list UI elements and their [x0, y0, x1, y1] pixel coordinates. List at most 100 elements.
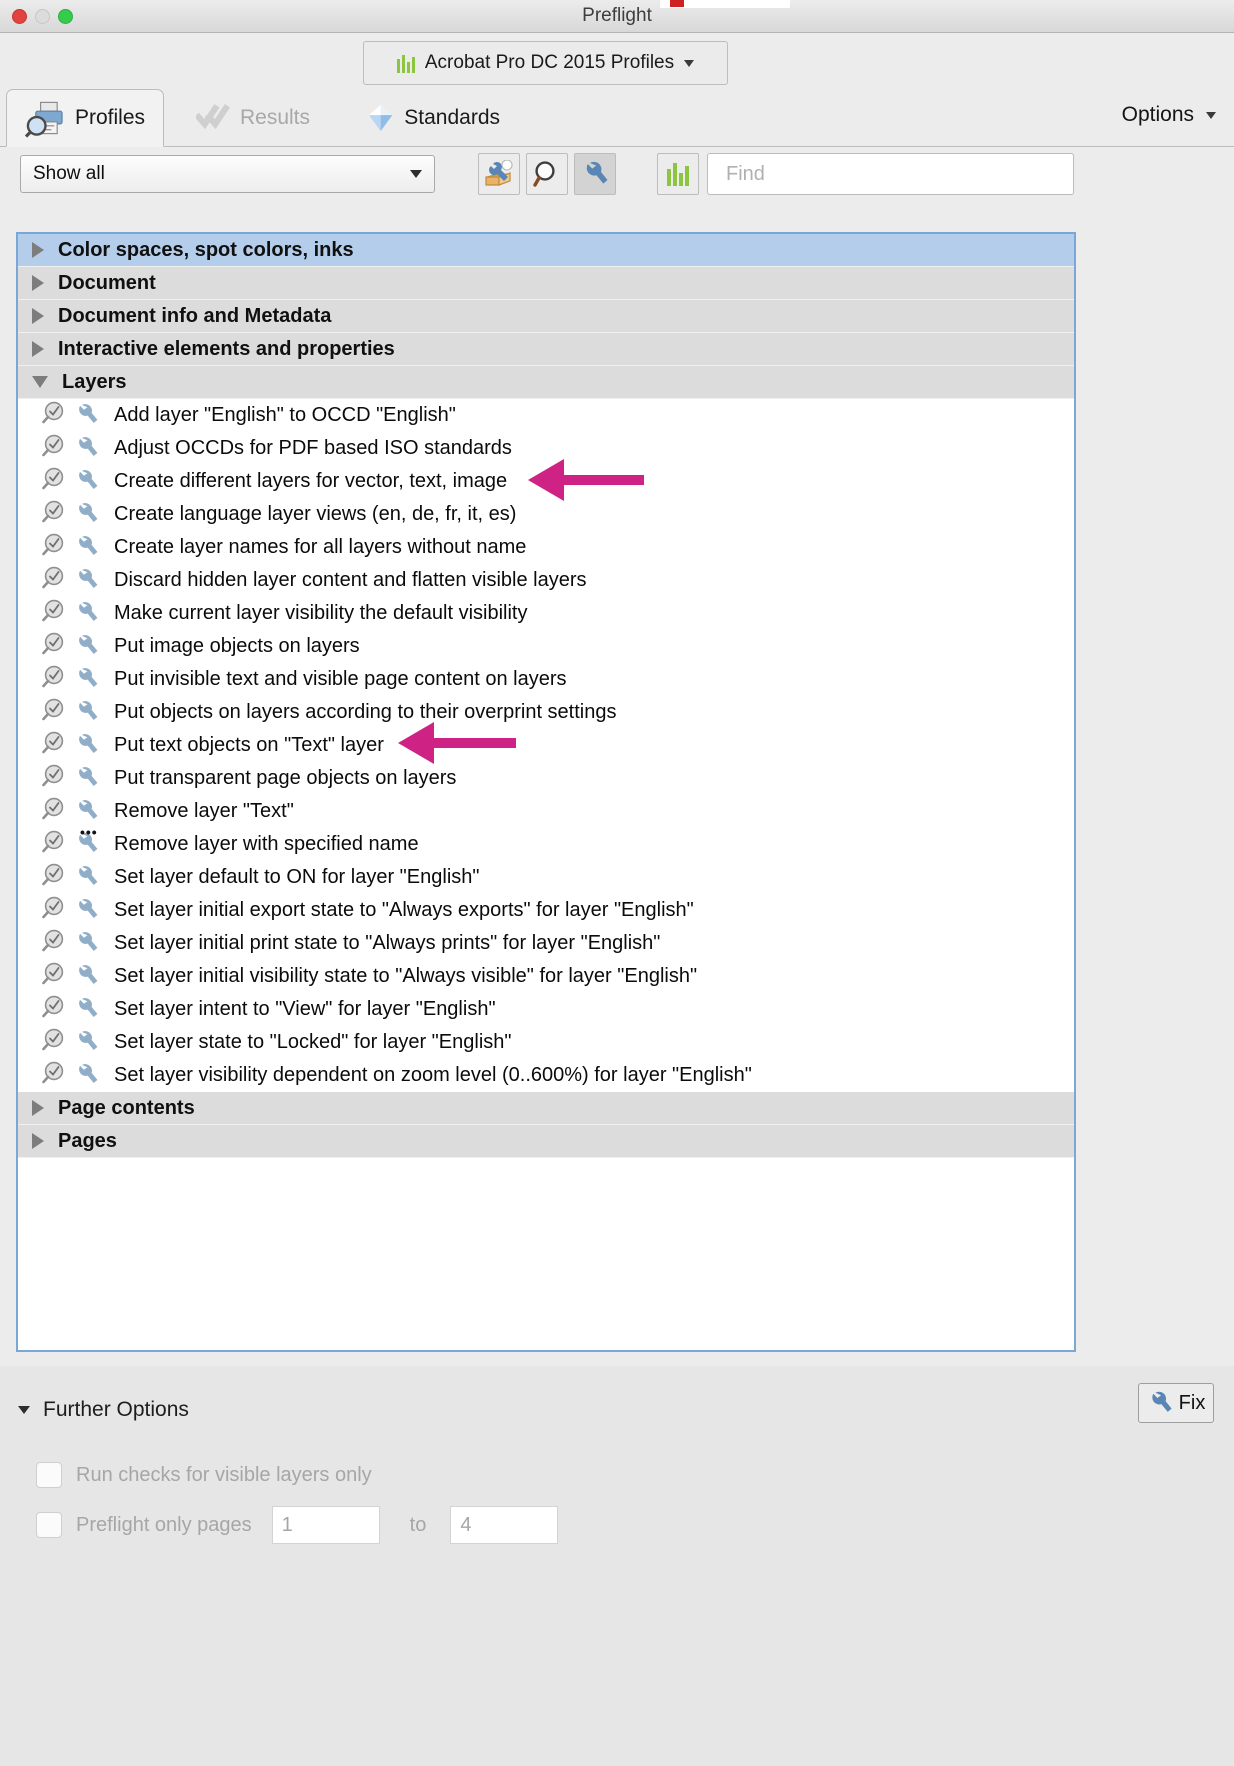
check-row[interactable]: Set layer visibility dependent on zoom l…: [18, 1059, 1074, 1092]
visible-layers-option-row[interactable]: Run checks for visible layers only: [36, 1462, 372, 1488]
magnifier-check-icon[interactable]: [40, 434, 66, 463]
further-options-toggle[interactable]: Further Options: [18, 1398, 189, 1422]
magnifier-check-icon[interactable]: [40, 566, 66, 595]
check-row[interactable]: Set layer default to ON for layer "Engli…: [18, 861, 1074, 894]
only-pages-option-row[interactable]: Preflight only pages 1 to 4: [36, 1506, 559, 1544]
find-input[interactable]: Find: [707, 153, 1074, 195]
magnifier-check-icon[interactable]: [40, 533, 66, 562]
fixup-wrench-icon[interactable]: [74, 601, 104, 627]
fixup-wrench-icon[interactable]: [74, 1063, 104, 1089]
magnifier-check-icon[interactable]: [40, 764, 66, 793]
check-row[interactable]: Create layer names for all layers withou…: [18, 531, 1074, 564]
magnifier-check-icon[interactable]: [40, 1061, 66, 1090]
fixups-button[interactable]: [574, 153, 616, 195]
check-row[interactable]: Set layer intent to "View" for layer "En…: [18, 993, 1074, 1026]
fixup-wrench-icon[interactable]: [74, 535, 104, 561]
check-row[interactable]: Create different layers for vector, text…: [18, 465, 1074, 498]
fixup-wrench-icon[interactable]: [74, 403, 104, 429]
magnifier-check-icon[interactable]: [40, 797, 66, 826]
check-row[interactable]: Put invisible text and visible page cont…: [18, 663, 1074, 696]
tab-profiles[interactable]: Profiles: [6, 89, 164, 147]
fixup-wrench-icon[interactable]: [74, 502, 104, 528]
show-bars-button[interactable]: [657, 153, 699, 195]
check-row[interactable]: Add layer "English" to OCCD "English": [18, 399, 1074, 432]
chevron-right-icon[interactable]: [32, 341, 44, 357]
fixup-wrench-icon[interactable]: [74, 964, 104, 990]
magnifier-check-icon[interactable]: [40, 500, 66, 529]
tab-standards[interactable]: Standards: [348, 89, 518, 147]
fixup-wrench-icon[interactable]: [74, 469, 104, 495]
fixup-wrench-icon[interactable]: •••: [74, 825, 104, 858]
fixup-wrench-icon[interactable]: [74, 667, 104, 693]
fixup-wrench-icon[interactable]: [74, 634, 104, 660]
category-label: Layers: [62, 370, 127, 393]
magnifier-check-icon[interactable]: [40, 1028, 66, 1057]
fixup-wrench-icon[interactable]: [74, 700, 104, 726]
chevron-right-icon[interactable]: [32, 308, 44, 324]
check-row[interactable]: Set layer initial visibility state to "A…: [18, 960, 1074, 993]
magnifier-check-icon[interactable]: [40, 863, 66, 892]
inspect-button[interactable]: [526, 153, 568, 195]
fix-button[interactable]: Fix: [1138, 1383, 1214, 1423]
preflight-window: Preflight Acrobat Pro DC 2015 Profiles P: [0, 0, 1234, 1766]
chevron-down-icon[interactable]: [32, 376, 48, 388]
check-row[interactable]: Adjust OCCDs for PDF based ISO standards: [18, 432, 1074, 465]
fixup-wrench-icon[interactable]: [74, 997, 104, 1023]
fixup-wrench-icon[interactable]: [74, 1030, 104, 1056]
category-row[interactable]: Interactive elements and properties: [18, 333, 1074, 366]
magnifier-check-icon[interactable]: [40, 599, 66, 628]
visible-layers-checkbox[interactable]: [36, 1462, 62, 1488]
fixup-wrench-icon[interactable]: [74, 733, 104, 759]
check-row[interactable]: Put transparent page objects on layers: [18, 762, 1074, 795]
only-pages-checkbox[interactable]: [36, 1512, 62, 1538]
magnifier-check-icon[interactable]: [40, 731, 66, 760]
category-row[interactable]: Pages: [18, 1125, 1074, 1158]
category-row[interactable]: Document: [18, 267, 1074, 300]
magnifier-check-icon[interactable]: [40, 401, 66, 430]
magnifier-check-icon[interactable]: [40, 830, 66, 859]
check-row[interactable]: Make current layer visibility the defaul…: [18, 597, 1074, 630]
magnifier-check-icon[interactable]: [40, 896, 66, 925]
fixup-wrench-icon[interactable]: [74, 766, 104, 792]
category-row[interactable]: Color spaces, spot colors, inks: [18, 234, 1074, 267]
magnifier-check-icon[interactable]: [40, 665, 66, 694]
check-row[interactable]: Set layer state to "Locked" for layer "E…: [18, 1026, 1074, 1059]
edit-profile-button[interactable]: [478, 153, 520, 195]
magnifier-check-icon[interactable]: [40, 929, 66, 958]
filter-dropdown[interactable]: Show all: [20, 155, 435, 193]
fixup-wrench-icon[interactable]: [74, 898, 104, 924]
fixup-wrench-icon[interactable]: [74, 865, 104, 891]
magnifier-check-icon[interactable]: [40, 467, 66, 496]
chevron-right-icon[interactable]: [32, 1133, 44, 1149]
check-row[interactable]: ••• Remove layer with specified name: [18, 825, 1074, 861]
check-row[interactable]: Put image objects on layers: [18, 630, 1074, 663]
check-row[interactable]: Set layer initial export state to "Alway…: [18, 894, 1074, 927]
chevron-right-icon[interactable]: [32, 275, 44, 291]
magnifier-check-icon[interactable]: [40, 632, 66, 661]
chevron-right-icon[interactable]: [32, 242, 44, 258]
check-row[interactable]: Create language layer views (en, de, fr,…: [18, 498, 1074, 531]
check-row[interactable]: Discard hidden layer content and flatten…: [18, 564, 1074, 597]
chevron-right-icon[interactable]: [32, 1100, 44, 1116]
tab-results[interactable]: Results: [178, 89, 328, 147]
category-row[interactable]: Document info and Metadata: [18, 300, 1074, 333]
fixup-wrench-icon[interactable]: [74, 799, 104, 825]
checks-list-panel[interactable]: Color spaces, spot colors, inks Document D…: [16, 232, 1076, 1352]
category-row[interactable]: Layers: [18, 366, 1074, 399]
page-from-input[interactable]: 1: [271, 1506, 380, 1544]
magnifier-check-icon[interactable]: [40, 995, 66, 1024]
fixup-wrench-icon[interactable]: [74, 568, 104, 594]
magnifier-check-icon[interactable]: [40, 698, 66, 727]
fixup-wrench-icon[interactable]: [74, 436, 104, 462]
check-row[interactable]: Put objects on layers according to their…: [18, 696, 1074, 729]
profile-dropdown-button[interactable]: Acrobat Pro DC 2015 Profiles: [363, 41, 728, 85]
check-row[interactable]: Set layer initial print state to "Always…: [18, 927, 1074, 960]
page-to-input[interactable]: 4: [450, 1506, 559, 1544]
check-row[interactable]: Remove layer "Text": [18, 795, 1074, 828]
options-menu-button[interactable]: Options: [1122, 103, 1216, 127]
fixup-wrench-icon[interactable]: [74, 931, 104, 957]
check-row[interactable]: Put text objects on "Text" layer: [18, 729, 1074, 762]
magnifier-check-icon[interactable]: [40, 962, 66, 991]
magnifier-check-icon: [42, 962, 64, 985]
category-row[interactable]: Page contents: [18, 1092, 1074, 1125]
